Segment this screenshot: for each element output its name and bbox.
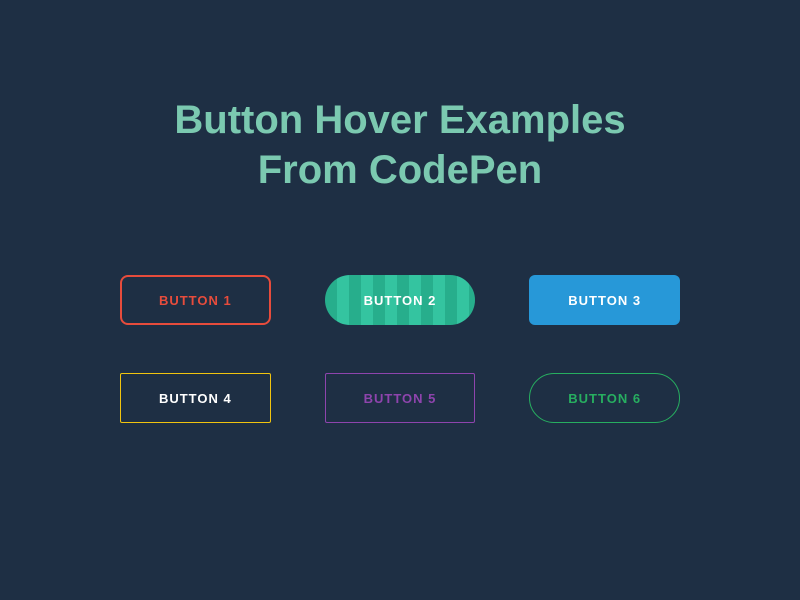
button-grid: BUTTON 1 BUTTON 2 BUTTON 3 BUTTON 4 BUTT… [120,275,680,423]
button-3[interactable]: BUTTON 3 [529,275,680,325]
button-1[interactable]: BUTTON 1 [120,275,271,325]
button-5[interactable]: BUTTON 5 [325,373,476,423]
button-6[interactable]: BUTTON 6 [529,373,680,423]
button-4[interactable]: BUTTON 4 [120,373,271,423]
page-title: Button Hover ExamplesFrom CodePen [174,95,625,195]
button-2[interactable]: BUTTON 2 [325,275,476,325]
